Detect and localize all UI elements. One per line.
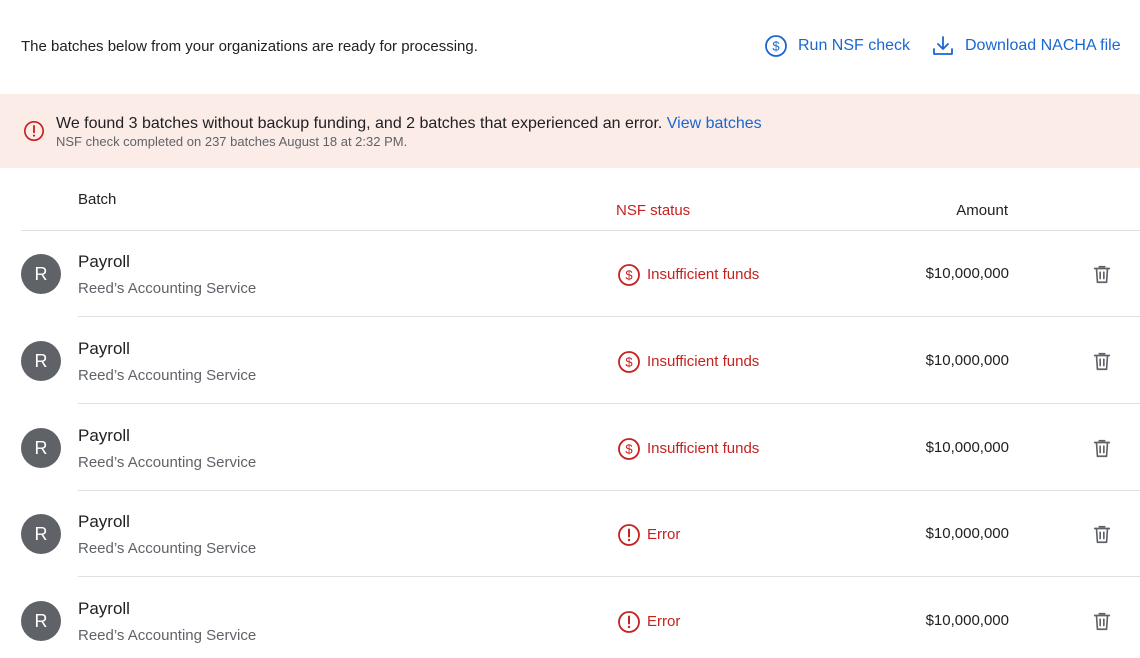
nsf-status: Error — [617, 610, 680, 634]
view-batches-link[interactable]: View batches — [667, 115, 762, 132]
nsf-status-label: Insufficient funds — [647, 266, 760, 283]
error-circle-icon — [23, 120, 45, 147]
banner-subtext: NSF check completed on 237 batches Augus… — [56, 134, 408, 149]
trash-icon[interactable] — [1091, 610, 1113, 637]
column-header-nsf-status: NSF status — [616, 202, 691, 219]
batch-organization: Reed’s Accounting Service — [78, 540, 257, 557]
batch-amount: $10,000,000 — [925, 352, 1009, 369]
trash-icon[interactable] — [1091, 263, 1113, 290]
download-icon — [931, 34, 955, 58]
nsf-status: $ Insufficient funds — [617, 437, 759, 461]
avatar: R — [21, 254, 61, 294]
svg-text:$: $ — [772, 39, 780, 54]
table-row[interactable]: R Payroll Reed’s Accounting Service Erro… — [0, 578, 1140, 658]
batch-amount: $10,000,000 — [925, 612, 1009, 629]
trash-icon[interactable] — [1091, 437, 1113, 464]
avatar: R — [21, 428, 61, 468]
download-nacha-label: Download NACHA file — [965, 37, 1121, 54]
dollar-circle-icon: $ — [764, 34, 788, 58]
svg-text:$: $ — [625, 268, 633, 283]
avatar: R — [21, 601, 61, 641]
table-row[interactable]: R Payroll Reed’s Accounting Service Erro… — [0, 491, 1140, 577]
batch-organization: Reed’s Accounting Service — [78, 367, 257, 384]
trash-icon[interactable] — [1091, 523, 1113, 550]
row-divider — [78, 316, 1140, 317]
batch-organization: Reed’s Accounting Service — [78, 627, 257, 644]
batch-name: Payroll — [78, 426, 130, 445]
batch-name: Payroll — [78, 252, 130, 271]
batch-organization: Reed’s Accounting Service — [78, 454, 257, 471]
nsf-status-label: Insufficient funds — [647, 353, 760, 370]
nsf-status: Error — [617, 523, 680, 547]
nsf-status: $ Insufficient funds — [617, 263, 759, 287]
batch-amount: $10,000,000 — [925, 439, 1009, 456]
dollar-circle-icon: $ — [617, 437, 641, 461]
batch-organization: Reed’s Accounting Service — [78, 280, 257, 297]
row-divider — [78, 403, 1140, 404]
batch-amount: $10,000,000 — [925, 265, 1009, 282]
banner-message: We found 3 batches without backup fundin… — [56, 115, 663, 132]
dollar-circle-icon: $ — [617, 350, 641, 374]
avatar: R — [21, 514, 61, 554]
dollar-circle-icon: $ — [617, 263, 641, 287]
nsf-status-label: Error — [647, 613, 681, 630]
download-nacha-button[interactable]: Download NACHA file — [931, 34, 1121, 58]
error-circle-icon — [617, 523, 641, 547]
table-header: Batch NSF status Amount — [21, 168, 1140, 231]
trash-icon[interactable] — [1091, 350, 1113, 377]
banner-message-line: We found 3 batches without backup fundin… — [56, 114, 762, 134]
column-header-batch: Batch — [78, 191, 117, 208]
avatar: R — [21, 341, 61, 381]
nsf-status-label: Error — [647, 526, 681, 543]
svg-text:$: $ — [625, 442, 633, 457]
nsf-status-label: Insufficient funds — [647, 440, 760, 457]
table-row[interactable]: R Payroll Reed’s Accounting Service $ In… — [0, 231, 1140, 317]
column-header-amount: Amount — [956, 202, 1008, 219]
batch-name: Payroll — [78, 599, 130, 618]
nsf-status: $ Insufficient funds — [617, 350, 759, 374]
table-row[interactable]: R Payroll Reed’s Accounting Service $ In… — [0, 318, 1140, 404]
page-header: The batches below from your organization… — [0, 0, 1140, 94]
svg-text:$: $ — [625, 355, 633, 370]
intro-text: The batches below from your organization… — [21, 38, 478, 55]
batch-name: Payroll — [78, 339, 130, 358]
batch-amount: $10,000,000 — [925, 525, 1009, 542]
batch-name: Payroll — [78, 512, 130, 531]
run-nsf-check-button[interactable]: $ Run NSF check — [764, 34, 910, 58]
error-circle-icon — [617, 610, 641, 634]
table-row[interactable]: R Payroll Reed’s Accounting Service $ In… — [0, 405, 1140, 491]
run-nsf-check-label: Run NSF check — [798, 37, 911, 54]
row-divider — [78, 576, 1140, 577]
